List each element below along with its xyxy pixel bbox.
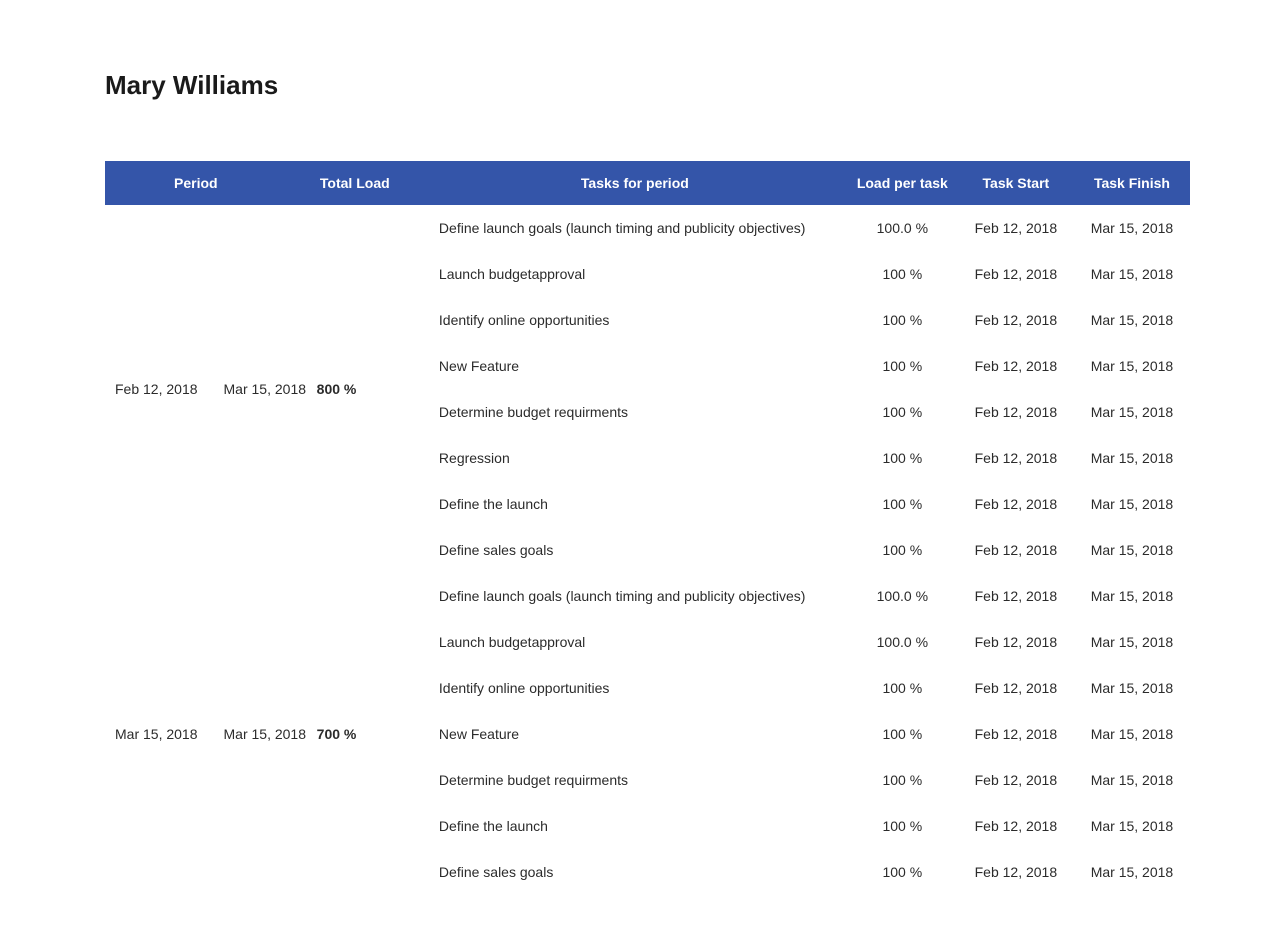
task-start-cell: Feb 12, 2018: [958, 757, 1074, 803]
table-row: Mar 15, 2018Mar 15, 2018700 %Define laun…: [105, 573, 1190, 619]
task-load-cell: 100 %: [847, 343, 958, 389]
task-finish-cell: Mar 15, 2018: [1074, 711, 1190, 757]
task-finish-cell: Mar 15, 2018: [1074, 297, 1190, 343]
page-title: Mary Williams: [105, 70, 1190, 101]
header-task-finish: Task Finish: [1074, 161, 1190, 205]
period-cell: Mar 15, 2018Mar 15, 2018: [105, 573, 287, 895]
task-finish-cell: Mar 15, 2018: [1074, 205, 1190, 251]
task-finish-cell: Mar 15, 2018: [1074, 251, 1190, 297]
period-start: Mar 15, 2018: [115, 726, 198, 742]
table-header-row: Period Total Load Tasks for period Load …: [105, 161, 1190, 205]
task-name-cell: Define launch goals (launch timing and p…: [423, 205, 847, 251]
header-tasks: Tasks for period: [423, 161, 847, 205]
task-start-cell: Feb 12, 2018: [958, 481, 1074, 527]
task-finish-cell: Mar 15, 2018: [1074, 619, 1190, 665]
task-name-cell: Launch budgetapproval: [423, 619, 847, 665]
task-load-cell: 100 %: [847, 711, 958, 757]
task-load-cell: 100.0 %: [847, 573, 958, 619]
task-start-cell: Feb 12, 2018: [958, 297, 1074, 343]
task-load-cell: 100 %: [847, 803, 958, 849]
task-load-cell: 100 %: [847, 251, 958, 297]
task-start-cell: Feb 12, 2018: [958, 435, 1074, 481]
task-load-cell: 100 %: [847, 435, 958, 481]
task-load-cell: 100.0 %: [847, 619, 958, 665]
table-row: Feb 12, 2018Mar 15, 2018800 %Define laun…: [105, 205, 1190, 251]
task-finish-cell: Mar 15, 2018: [1074, 665, 1190, 711]
header-period: Period: [105, 161, 287, 205]
period-end: Mar 15, 2018: [224, 726, 307, 742]
task-name-cell: Regression: [423, 435, 847, 481]
task-load-cell: 100 %: [847, 297, 958, 343]
task-start-cell: Feb 12, 2018: [958, 619, 1074, 665]
header-total-load: Total Load: [287, 161, 423, 205]
task-name-cell: Define sales goals: [423, 849, 847, 895]
task-load-cell: 100 %: [847, 389, 958, 435]
task-name-cell: Identify online opportunities: [423, 665, 847, 711]
task-load-cell: 100.0 %: [847, 205, 958, 251]
header-task-start: Task Start: [958, 161, 1074, 205]
task-name-cell: Define the launch: [423, 481, 847, 527]
total-load-cell: 700 %: [287, 573, 423, 895]
task-start-cell: Feb 12, 2018: [958, 849, 1074, 895]
task-load-cell: 100 %: [847, 527, 958, 573]
task-load-cell: 100 %: [847, 665, 958, 711]
task-start-cell: Feb 12, 2018: [958, 251, 1074, 297]
task-name-cell: New Feature: [423, 711, 847, 757]
task-start-cell: Feb 12, 2018: [958, 711, 1074, 757]
task-name-cell: Define the launch: [423, 803, 847, 849]
workload-table: Period Total Load Tasks for period Load …: [105, 161, 1190, 895]
task-start-cell: Feb 12, 2018: [958, 665, 1074, 711]
task-start-cell: Feb 12, 2018: [958, 389, 1074, 435]
period-start: Feb 12, 2018: [115, 381, 198, 397]
task-start-cell: Feb 12, 2018: [958, 527, 1074, 573]
period-cell: Feb 12, 2018Mar 15, 2018: [105, 205, 287, 573]
task-finish-cell: Mar 15, 2018: [1074, 527, 1190, 573]
task-finish-cell: Mar 15, 2018: [1074, 849, 1190, 895]
task-load-cell: 100 %: [847, 481, 958, 527]
task-start-cell: Feb 12, 2018: [958, 803, 1074, 849]
task-name-cell: Define sales goals: [423, 527, 847, 573]
task-load-cell: 100 %: [847, 757, 958, 803]
task-name-cell: Launch budgetapproval: [423, 251, 847, 297]
task-finish-cell: Mar 15, 2018: [1074, 435, 1190, 481]
task-name-cell: Determine budget requirments: [423, 757, 847, 803]
task-finish-cell: Mar 15, 2018: [1074, 481, 1190, 527]
task-name-cell: New Feature: [423, 343, 847, 389]
task-finish-cell: Mar 15, 2018: [1074, 803, 1190, 849]
task-start-cell: Feb 12, 2018: [958, 205, 1074, 251]
task-finish-cell: Mar 15, 2018: [1074, 343, 1190, 389]
task-finish-cell: Mar 15, 2018: [1074, 757, 1190, 803]
header-load-per-task: Load per task: [847, 161, 958, 205]
task-name-cell: Identify online opportunities: [423, 297, 847, 343]
task-start-cell: Feb 12, 2018: [958, 343, 1074, 389]
task-start-cell: Feb 12, 2018: [958, 573, 1074, 619]
task-name-cell: Define launch goals (launch timing and p…: [423, 573, 847, 619]
task-finish-cell: Mar 15, 2018: [1074, 573, 1190, 619]
total-load-cell: 800 %: [287, 205, 423, 573]
task-name-cell: Determine budget requirments: [423, 389, 847, 435]
task-load-cell: 100 %: [847, 849, 958, 895]
task-finish-cell: Mar 15, 2018: [1074, 389, 1190, 435]
period-end: Mar 15, 2018: [224, 381, 307, 397]
